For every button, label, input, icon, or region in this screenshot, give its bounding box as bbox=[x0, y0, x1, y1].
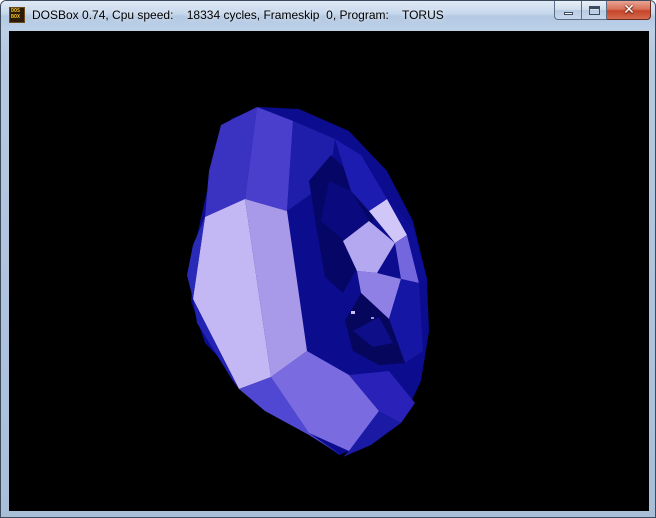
close-icon: ✕ bbox=[623, 2, 635, 18]
highlight-speck bbox=[371, 317, 374, 319]
maximize-icon bbox=[589, 6, 600, 15]
minimize-icon bbox=[564, 12, 573, 15]
highlight-speck bbox=[351, 311, 355, 314]
dosbox-icon[interactable]: DOS BOX bbox=[9, 7, 25, 23]
close-button[interactable]: ✕ bbox=[607, 1, 651, 20]
title-bar[interactable]: DOS BOX DOSBox 0.74, Cpu speed: 18334 cy… bbox=[1, 1, 655, 29]
dos-screen[interactable] bbox=[9, 31, 649, 511]
dosbox-window: DOS BOX DOSBox 0.74, Cpu speed: 18334 cy… bbox=[0, 0, 656, 518]
caption-buttons: ✕ bbox=[554, 1, 651, 21]
maximize-button[interactable] bbox=[581, 1, 607, 20]
icon-text-line-2: BOX bbox=[11, 14, 21, 20]
torus-render bbox=[9, 31, 649, 511]
window-title: DOSBox 0.74, Cpu speed: 18334 cycles, Fr… bbox=[32, 8, 444, 22]
minimize-button[interactable] bbox=[554, 1, 581, 20]
